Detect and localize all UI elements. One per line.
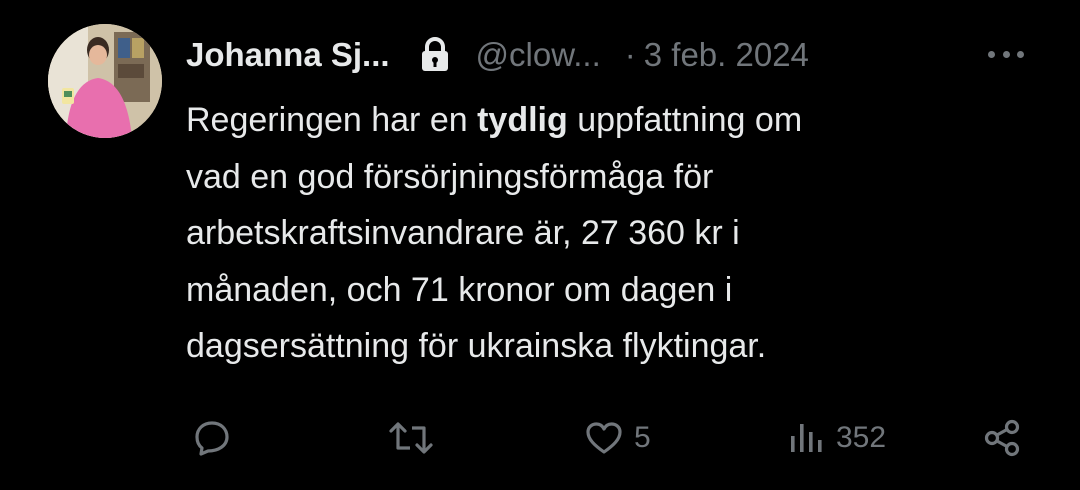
tweet-text-line: Regeringen har en tydlig uppfattning om [186, 101, 803, 139]
lock-icon [420, 37, 450, 73]
like-count: 5 [634, 421, 651, 454]
tweet-text-line: månaden, och 71 kronor om dagen i [186, 270, 733, 309]
action-bar: 5 352 [186, 410, 1036, 466]
tweet-text: Regeringen har en tydlig uppfattning om … [186, 92, 1006, 375]
reply-button[interactable] [192, 410, 232, 466]
share-icon [982, 418, 1024, 458]
more-options-icon[interactable] [984, 36, 1028, 72]
avatar-image [48, 24, 162, 138]
avatar[interactable] [48, 24, 162, 138]
separator-dot: · [624, 36, 636, 73]
like-button[interactable]: 5 [584, 410, 651, 466]
heart-icon [584, 418, 624, 458]
author-handle[interactable]: @clow... [476, 36, 601, 74]
bold-word: tydlig [477, 101, 568, 139]
views-count: 352 [836, 421, 887, 454]
reply-icon [192, 418, 232, 458]
views-button[interactable]: 352 [786, 410, 886, 466]
tweet-text-line: dagsersättning för ukrainska flyktingar. [186, 327, 767, 365]
tweet[interactable]: Johanna Sj... @clow... · 3 feb. 2024 Reg… [0, 0, 1080, 490]
retweet-icon [388, 418, 434, 458]
tweet-text-line: vad en god försörjningsförmåga för [186, 157, 714, 196]
author-name[interactable]: Johanna Sj... [186, 36, 390, 74]
tweet-header: Johanna Sj... @clow... · 3 feb. 2024 [186, 30, 1046, 80]
tweet-date[interactable]: 3 feb. 2024 [644, 36, 809, 74]
retweet-button[interactable] [388, 410, 434, 466]
share-button[interactable] [982, 410, 1024, 466]
views-icon [786, 418, 826, 458]
tweet-text-line: arbetskraftsinvandrare är, 27 360 kr i [186, 214, 740, 252]
